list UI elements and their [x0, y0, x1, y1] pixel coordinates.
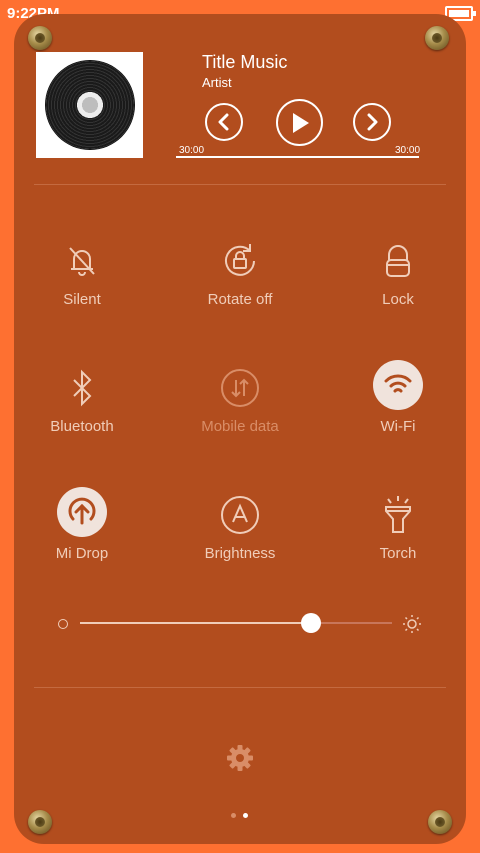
divider-top [34, 184, 446, 185]
toggle-label: Mi Drop [55, 545, 109, 562]
torch-icon [373, 490, 423, 540]
divider-bottom [34, 687, 446, 688]
brightness-max-icon [402, 614, 422, 639]
brightness-slider-handle[interactable] [300, 613, 321, 633]
album-art[interactable] [36, 52, 143, 158]
toggle-mi-drop[interactable]: Mi Drop [7, 487, 157, 587]
toggle-label: Bluetooth [50, 418, 114, 435]
toggle-label: Torch [379, 545, 417, 562]
screw-bottom-left [28, 810, 52, 834]
bell-off-icon [57, 236, 107, 286]
gear-icon [227, 745, 253, 771]
chevron-right-icon [367, 113, 378, 131]
rotate-lock-icon [215, 236, 265, 286]
toggle-brightness[interactable]: Brightness [165, 490, 315, 590]
toggle-label: Wi-Fi [380, 418, 416, 435]
screw-top-left [28, 26, 52, 50]
toggle-label: Rotate off [207, 291, 273, 308]
settings-button[interactable] [225, 743, 255, 778]
screw-bottom-right [428, 810, 452, 834]
toggle-bluetooth[interactable]: Bluetooth [7, 363, 157, 463]
page-indicator-dot-active[interactable] [243, 813, 248, 818]
toggle-label: Mobile data [201, 418, 279, 435]
play-icon [292, 112, 309, 133]
music-title: Title Music [202, 52, 288, 72]
auto-brightness-icon [215, 490, 265, 540]
elapsed-time: 30:00 [179, 145, 205, 156]
play-button[interactable] [276, 99, 323, 146]
bluetooth-icon [57, 363, 107, 413]
mobile-data-icon [215, 363, 265, 413]
music-progress-bar[interactable] [176, 156, 419, 158]
next-track-button[interactable] [353, 103, 391, 141]
toggle-label: Lock [382, 291, 414, 308]
mi-drop-icon [57, 487, 107, 537]
brightness-min-icon [58, 619, 68, 629]
previous-track-button[interactable] [205, 103, 243, 141]
toggle-label: Silent [63, 291, 101, 308]
brightness-slider-fill [80, 622, 311, 624]
toggle-silent[interactable]: Silent [7, 236, 157, 336]
total-time: 30:00 [395, 145, 421, 156]
toggle-label: Brightness [204, 545, 276, 562]
toggle-torch[interactable]: Torch [323, 490, 473, 590]
disc-icon [45, 61, 134, 149]
lock-icon [373, 236, 423, 286]
toggle-rotate[interactable]: Rotate off [165, 236, 315, 336]
chevron-left-icon [218, 113, 229, 131]
wifi-icon [373, 360, 423, 410]
toggle-lock[interactable]: Lock [323, 236, 473, 336]
toggle-wifi[interactable]: Wi-Fi [323, 360, 473, 460]
screw-top-right [425, 26, 449, 50]
page-indicator-dot[interactable] [231, 813, 236, 818]
toggle-mobile-data[interactable]: Mobile data [165, 363, 315, 463]
music-artist: Artist [202, 75, 232, 90]
